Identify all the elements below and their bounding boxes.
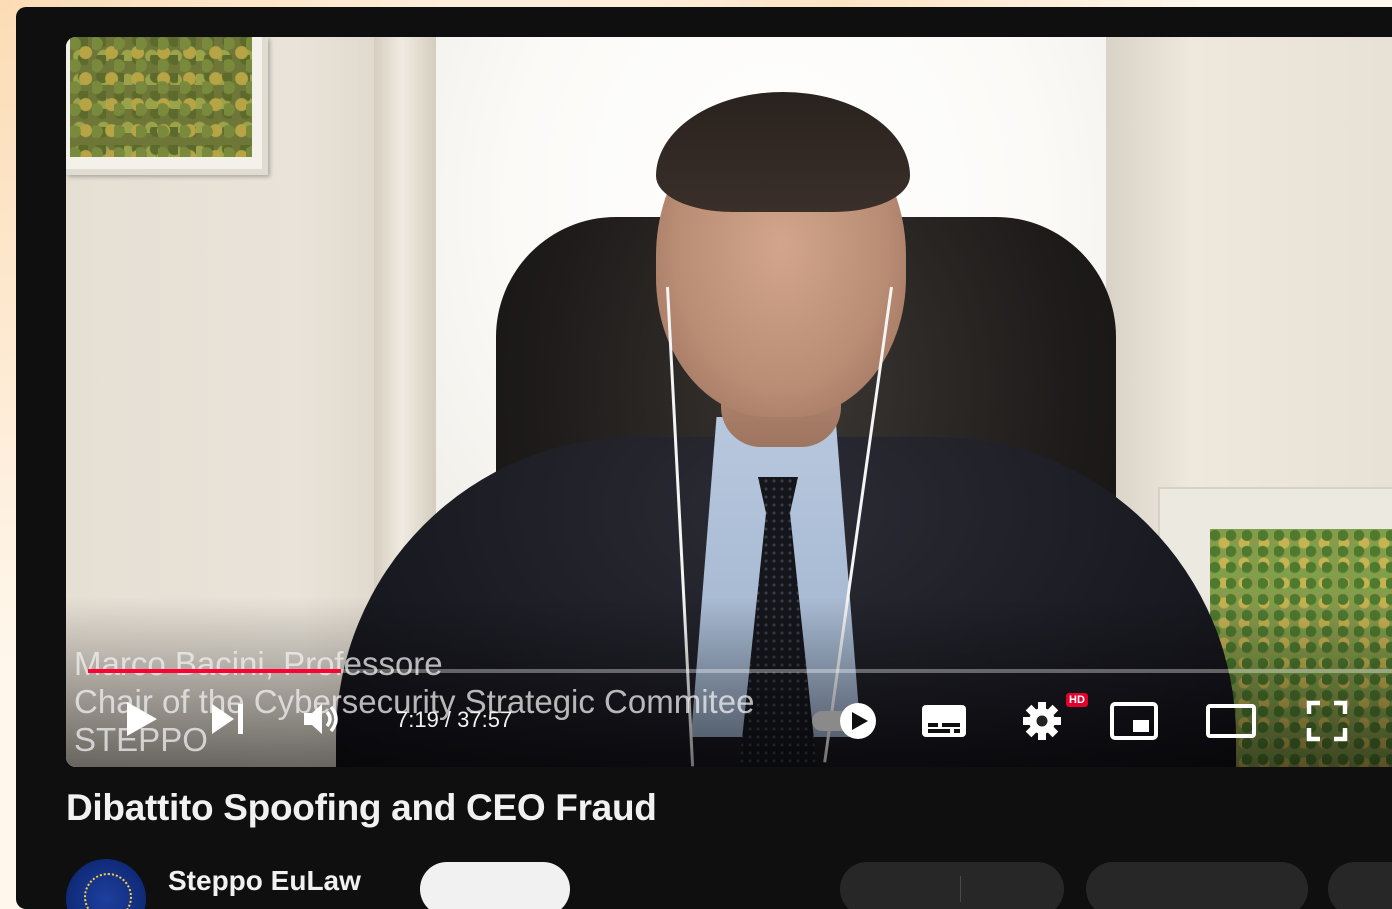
settings-icon xyxy=(1023,702,1061,740)
lower-third-name: Marco Bacini, Professore xyxy=(74,645,443,682)
subscribe-button[interactable] xyxy=(420,862,570,909)
fullscreen-icon xyxy=(1306,700,1348,742)
like-dislike-divider xyxy=(960,876,961,902)
subtitles-button[interactable] xyxy=(918,701,970,741)
theater-mode-icon xyxy=(1206,704,1256,738)
progress-bar[interactable] xyxy=(88,669,1392,673)
share-button[interactable] xyxy=(1086,862,1308,909)
autoplay-toggle[interactable] xyxy=(810,701,882,741)
play-icon xyxy=(127,702,157,736)
volume-icon xyxy=(304,704,338,734)
video-player[interactable]: Marco Bacini, Professore Chair of the Cy… xyxy=(66,37,1392,767)
like-dislike-pill[interactable] xyxy=(840,862,1064,909)
more-actions-button[interactable] xyxy=(1328,862,1392,909)
progress-bar-played xyxy=(88,669,341,673)
video-frame-painting-left xyxy=(66,37,268,175)
mute-button[interactable] xyxy=(300,697,344,741)
miniplayer-button[interactable] xyxy=(1108,699,1160,743)
player-controls: 7:19 / 37:57 HD xyxy=(66,687,1392,751)
autoplay-toggle-icon xyxy=(812,703,876,739)
time-display: 7:19 / 37:57 xyxy=(396,707,513,732)
settings-button[interactable] xyxy=(1016,697,1068,745)
fullscreen-button[interactable] xyxy=(1304,699,1350,743)
next-icon xyxy=(212,704,243,734)
channel-name[interactable]: Steppo EuLaw xyxy=(168,865,361,897)
video-title: Dibattito Spoofing and CEO Fraud xyxy=(66,787,657,828)
eu-stars-logo xyxy=(84,873,132,909)
youtube-window: Marco Bacini, Professore Chair of the Cy… xyxy=(16,7,1392,909)
hd-badge: HD xyxy=(1066,693,1088,707)
play-button[interactable] xyxy=(118,695,166,743)
channel-avatar[interactable] xyxy=(66,859,146,909)
subtitles-icon xyxy=(922,705,966,737)
next-button[interactable] xyxy=(206,697,250,741)
miniplayer-icon xyxy=(1110,702,1158,740)
theater-mode-button[interactable] xyxy=(1204,699,1258,743)
